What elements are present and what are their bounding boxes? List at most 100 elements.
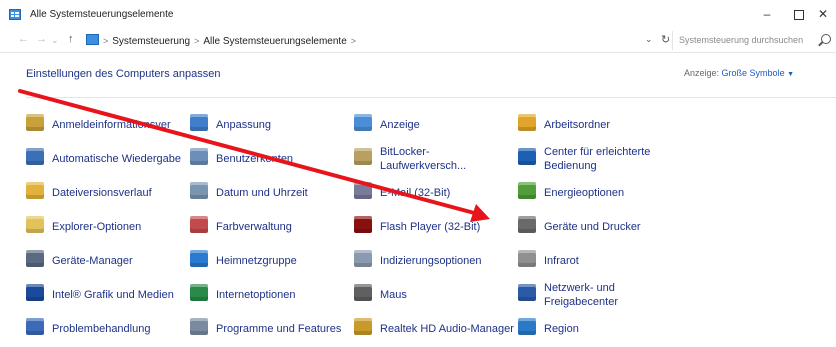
dropdown-triangle-icon: ▼ <box>787 71 795 78</box>
cpl-item[interactable]: Maus <box>354 282 514 308</box>
cpl-item[interactable]: Farbverwaltung <box>190 214 350 240</box>
address-bar: ← → ⌄ ↑ > Systemsteuerung > Alle Systemsteu… <box>0 30 836 53</box>
minimize-button[interactable]: – <box>752 4 782 24</box>
cpl-item[interactable]: Automatische Wiedergabe <box>26 146 186 172</box>
breadcrumb-systemsteuerung[interactable]: Systemsteuerung <box>112 36 190 47</box>
cpl-item[interactable]: E-Mail (32-Bit) <box>354 180 514 206</box>
internet-options-icon <box>190 284 208 301</box>
item-label: Realtek HD Audio-Manager <box>380 323 514 335</box>
cpl-item[interactable]: Problembehandlung <box>26 316 186 342</box>
device-manager-icon <box>26 250 44 267</box>
network-sharing-icon <box>518 284 536 301</box>
homegroup-icon <box>190 250 208 267</box>
cpl-item[interactable]: Center für erleichterte Bedienung <box>518 146 678 172</box>
recent-locations-button[interactable]: ⌄ <box>51 35 59 46</box>
cpl-item[interactable]: Benutzerkonten <box>190 146 350 172</box>
item-label: Netzwerk- und Freigabecenter <box>544 282 618 308</box>
cpl-item[interactable]: Infrarot <box>518 248 678 274</box>
arrow-right-icon: → <box>36 33 47 45</box>
work-folders-icon <box>518 114 536 131</box>
cpl-item[interactable]: Realtek HD Audio-Manager <box>354 316 514 342</box>
control-panel-icon <box>9 9 21 20</box>
date-time-icon <box>190 182 208 199</box>
back-button[interactable]: ← <box>18 33 29 45</box>
chevron-right-icon: > <box>350 36 357 46</box>
window-title: Alle Systemsteuerungselemente <box>30 9 174 20</box>
realtek-audio-icon <box>354 318 372 335</box>
divider <box>26 97 836 98</box>
cpl-item[interactable]: Internetoptionen <box>190 282 350 308</box>
search-icon <box>821 34 831 44</box>
cpl-item[interactable]: Intel® Grafik und Medien <box>26 282 186 308</box>
view-label: Anzeige: <box>684 68 720 78</box>
item-label: Explorer-Optionen <box>52 221 142 233</box>
indexing-options-icon <box>354 250 372 267</box>
explorer-options-icon <box>26 216 44 233</box>
cpl-item[interactable]: Geräte und Drucker <box>518 214 678 240</box>
cpl-item[interactable]: Region <box>518 316 678 342</box>
item-label: E-Mail (32-Bit) <box>380 187 451 199</box>
cpl-item[interactable]: Explorer-Optionen <box>26 214 186 240</box>
title-bar: Alle Systemsteuerungselemente – ✕ <box>0 0 836 30</box>
cpl-item[interactable]: Arbeitsordner <box>518 112 678 138</box>
up-button[interactable]: ↑ <box>68 33 74 45</box>
close-icon: ✕ <box>817 7 829 21</box>
page-title: Einstellungen des Computers anpassen <box>26 68 221 80</box>
view-value[interactable]: Große Symbole <box>722 68 785 78</box>
item-label: BitLocker-Laufwerkversch... <box>380 146 467 172</box>
cpl-item[interactable]: Datum und Uhrzeit <box>190 180 350 206</box>
cpl-item[interactable]: Geräte-Manager <box>26 248 186 274</box>
maximize-icon <box>794 9 804 20</box>
search-input[interactable]: Systemsteuerung durchsuchen <box>672 31 835 50</box>
mouse-icon <box>354 284 372 301</box>
item-label: Benutzerkonten <box>216 153 294 165</box>
ease-of-access-icon <box>518 148 536 165</box>
item-label: Maus <box>380 289 407 301</box>
breadcrumb-all-items[interactable]: Alle Systemsteuerungselemente <box>203 36 346 47</box>
item-label: Geräte und Drucker <box>544 221 641 233</box>
display-icon <box>354 114 372 131</box>
devices-printers-icon <box>518 216 536 233</box>
item-label: Automatische Wiedergabe <box>52 153 182 165</box>
region-globe-icon <box>518 318 536 335</box>
cpl-item[interactable]: Anzeige <box>354 112 514 138</box>
chevron-down-icon: ⌄ <box>51 35 59 45</box>
cpl-item[interactable]: BitLocker-Laufwerkversch... <box>354 146 514 172</box>
color-management-icon <box>190 216 208 233</box>
cpl-item[interactable]: Netzwerk- und Freigabecenter <box>518 282 678 308</box>
item-label: Center für erleichterte Bedienung <box>544 146 651 172</box>
cpl-item[interactable]: Anmeldeinformationsver <box>26 112 186 138</box>
mail-icon <box>354 182 372 199</box>
refresh-icon: ↻ <box>661 34 671 46</box>
item-label: Anpassung <box>216 119 272 131</box>
item-label: Anzeige <box>380 119 420 131</box>
address-dropdown-button[interactable]: ⌄ <box>645 34 653 45</box>
troubleshooting-icon <box>26 318 44 335</box>
breadcrumb: > Systemsteuerung > Alle Systemsteuerungsel… <box>86 34 360 47</box>
cpl-item[interactable]: Flash Player (32-Bit) <box>354 214 514 240</box>
power-options-icon <box>518 182 536 199</box>
item-label: Region <box>544 323 579 335</box>
intel-graphics-icon <box>26 284 44 301</box>
cpl-item[interactable]: Programme und Features <box>190 316 350 342</box>
cpl-item[interactable]: Indizierungsoptionen <box>354 248 514 274</box>
view-selector[interactable]: Anzeige: Große Symbole ▼ <box>684 68 794 78</box>
personalization-icon <box>190 114 208 131</box>
close-button[interactable]: ✕ <box>808 4 836 24</box>
chevron-right-icon: > <box>103 36 109 46</box>
forward-button[interactable]: → <box>36 33 47 45</box>
infrared-icon <box>518 250 536 267</box>
item-label: Problembehandlung <box>52 323 151 335</box>
cpl-item[interactable]: Dateiversionsverlauf <box>26 180 186 206</box>
programs-features-icon <box>190 318 208 335</box>
search-placeholder: Systemsteuerung durchsuchen <box>679 35 804 45</box>
cpl-item[interactable]: Energieoptionen <box>518 180 678 206</box>
refresh-button[interactable]: ↻ <box>661 33 670 46</box>
cpl-item[interactable]: Heimnetzgruppe <box>190 248 350 274</box>
bitlocker-key-icon <box>354 148 372 165</box>
item-label: Indizierungsoptionen <box>380 255 482 267</box>
item-label: Internetoptionen <box>216 289 296 301</box>
file-history-icon <box>26 182 44 199</box>
item-label: Heimnetzgruppe <box>216 255 297 267</box>
cpl-item[interactable]: Anpassung <box>190 112 350 138</box>
